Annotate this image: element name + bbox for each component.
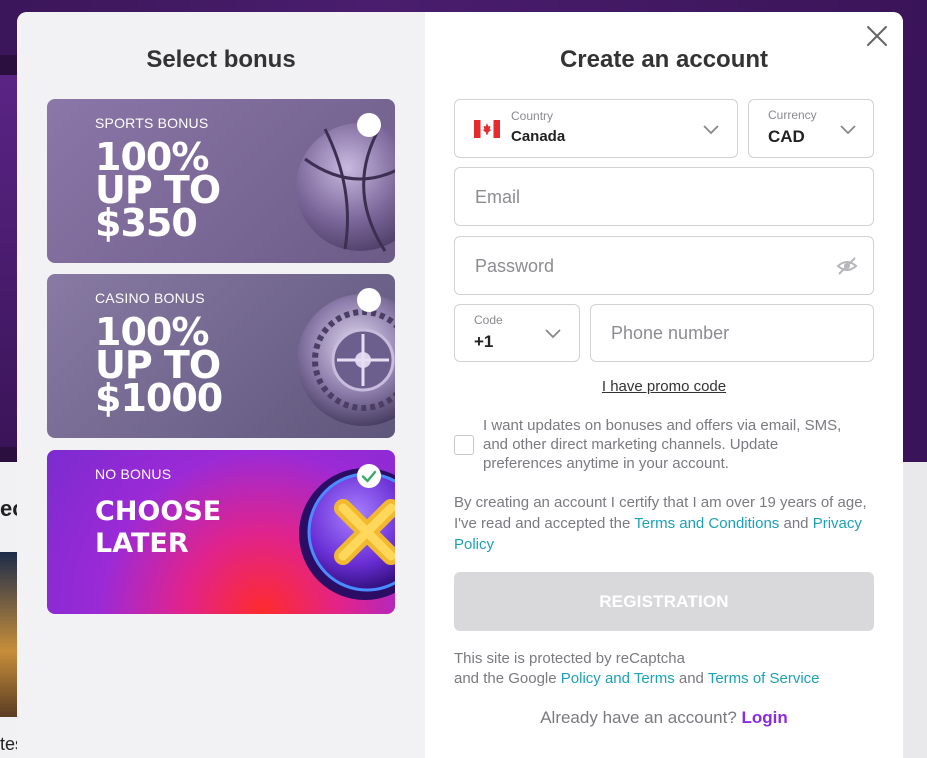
phone-placeholder: Phone number: [611, 323, 730, 343]
close-icon[interactable]: [865, 24, 889, 48]
bonus-amount: CHOOSE LATER: [95, 496, 222, 559]
code-value: +1: [474, 332, 494, 351]
recaptcha-notice: This site is protected by reCaptcha and …: [454, 650, 820, 687]
login-prompt: Already have an account? Login: [540, 708, 788, 727]
sports-bonus-card[interactable]: SPORTS BONUS 100% UP TO $350: [47, 99, 395, 263]
no-bonus-card[interactable]: NO BONUS CHOOSE LATER: [47, 450, 395, 614]
login-link[interactable]: Login: [742, 708, 788, 727]
chevron-down-icon: [545, 329, 561, 339]
card-label: NO BONUS: [95, 466, 172, 482]
promo-code-link[interactable]: I have promo code: [425, 378, 903, 395]
password-placeholder: Password: [475, 256, 555, 276]
phone-code-select[interactable]: Code +1: [454, 304, 580, 362]
chevron-down-icon: [840, 125, 856, 135]
country-select[interactable]: Country Canada: [454, 99, 738, 158]
marketing-consent-checkbox[interactable]: [454, 435, 474, 455]
card-label: SPORTS BONUS: [95, 115, 209, 131]
bonus-panel: Select bonus SPORTS BONUS 100% UP TO $35…: [17, 12, 425, 758]
currency-value: CAD: [768, 127, 805, 146]
google-policy-link[interactable]: Policy and Terms: [561, 670, 675, 687]
terms-link[interactable]: Terms and Conditions: [634, 515, 779, 532]
age-certification-text: By creating an account I certify that I …: [454, 494, 867, 553]
registration-modal: Select bonus SPORTS BONUS 100% UP TO $35…: [17, 12, 903, 758]
bonus-amount: 100% UP TO $1000: [95, 310, 223, 420]
code-label: Code: [474, 313, 503, 327]
card-label: CASINO BONUS: [95, 290, 205, 306]
bonus-radio-selected[interactable]: [357, 464, 381, 488]
password-field[interactable]: Password: [454, 236, 874, 295]
marketing-consent-text: I want updates on bonuses and offers via…: [483, 417, 842, 472]
registration-button[interactable]: REGISTRATION: [454, 572, 874, 631]
bonus-amount: 100% UP TO $350: [95, 135, 221, 245]
casino-bonus-card[interactable]: CASINO BONUS 100% UP TO $1000: [47, 274, 395, 438]
phone-number-field[interactable]: Phone number: [590, 304, 874, 362]
email-field[interactable]: Email: [454, 167, 874, 226]
bonus-radio[interactable]: [357, 288, 381, 312]
country-label: Country: [511, 109, 554, 123]
country-value: Canada: [511, 128, 566, 145]
account-panel: Create an account Country Canada Currenc…: [425, 12, 903, 758]
background-game-thumbnail: [0, 552, 17, 717]
currency-label: Currency: [768, 108, 817, 122]
chevron-down-icon: [703, 125, 719, 135]
currency-select[interactable]: Currency CAD: [748, 99, 874, 158]
checkmark-icon: [361, 470, 377, 483]
background-section-right: [903, 462, 927, 758]
terms-of-service-link[interactable]: Terms of Service: [708, 670, 820, 687]
bonus-title: Select bonus: [146, 46, 296, 73]
email-placeholder: Email: [475, 187, 521, 207]
bonus-radio[interactable]: [357, 113, 381, 137]
eye-off-icon[interactable]: [836, 256, 858, 276]
account-title: Create an account: [559, 46, 769, 73]
canada-flag-icon: [474, 120, 500, 138]
